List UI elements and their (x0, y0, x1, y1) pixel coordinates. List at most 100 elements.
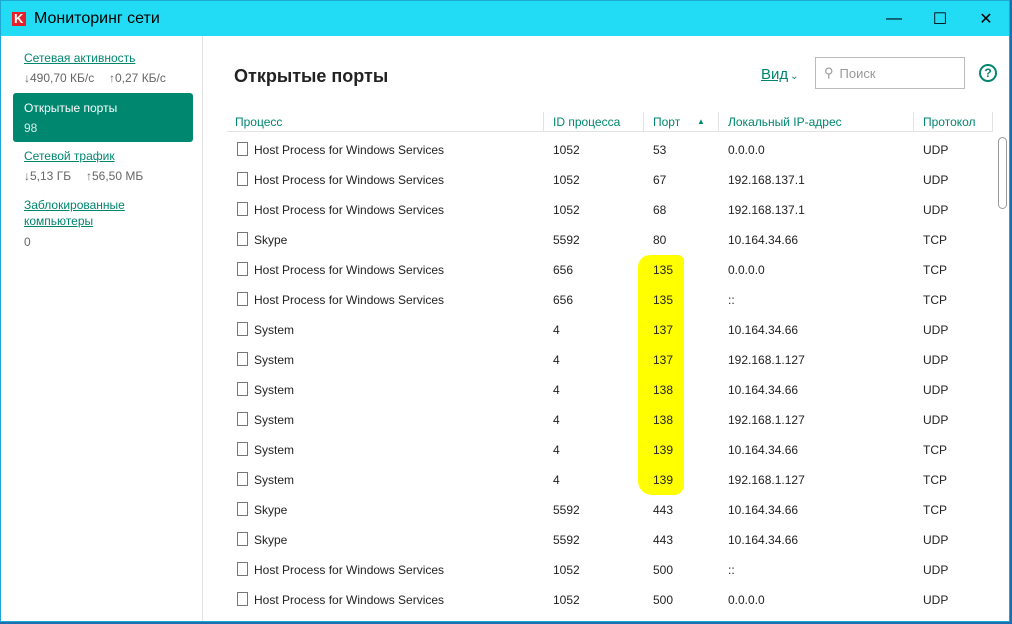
cell-protocol: UDP (923, 143, 949, 157)
table-row[interactable]: Host Process for Windows Services 1052 53 0… (227, 135, 993, 165)
cell-pid: 4 (553, 413, 560, 427)
open-ports-label: Открытые порты (24, 101, 118, 115)
cell-local-ip: 10.164.34.66 (728, 443, 799, 457)
file-icon (237, 412, 248, 426)
view-menu-button[interactable]: Вид ⌄ (761, 66, 799, 83)
table-row[interactable]: System 4 137 10.164.34.66 UDP (227, 315, 993, 345)
sidebar-item-blocked[interactable]: Заблокированные (24, 198, 125, 212)
search-input[interactable]: ⚲ Поиск (815, 57, 965, 89)
cell-local-ip: 10.164.34.66 (728, 503, 799, 517)
cell-port: 137 (653, 323, 674, 337)
page-title: Открытые порты (234, 66, 389, 86)
table-row[interactable]: Skype 5592 443 10.164.34.66 TCP (227, 495, 993, 525)
ports-table: Host Process for Windows Services 1052 53 0… (227, 135, 993, 615)
cell-process: Host Process for Windows Services (254, 263, 445, 277)
cell-process: Host Process for Windows Services (254, 563, 445, 577)
search-icon: ⚲ (824, 65, 834, 80)
file-icon (237, 172, 248, 186)
sidebar: Сетевая активность ↓490,70 КБ/с ↑0,27 КБ… (1, 36, 203, 621)
cell-protocol: TCP (923, 473, 947, 487)
cell-local-ip: 192.168.137.1 (728, 173, 805, 187)
table-row[interactable]: Host Process for Windows Services 1052 500… (227, 555, 993, 585)
table-row[interactable]: Skype 5592 80 10.164.34.66 TCP (227, 225, 993, 255)
minimize-button[interactable]: — (871, 1, 917, 36)
cell-port: 67 (653, 173, 667, 187)
cell-process: System (254, 443, 295, 457)
cell-process: Skype (254, 233, 288, 247)
file-icon (237, 532, 248, 546)
cell-port: 138 (653, 383, 674, 397)
scrollbar[interactable] (996, 135, 1009, 621)
cell-protocol: UDP (923, 323, 949, 337)
cell-local-ip: 192.168.137.1 (728, 203, 805, 217)
traffic-down: ↓5,13 ГБ (24, 169, 72, 183)
help-icon[interactable]: ? (979, 64, 997, 82)
cell-process: Host Process for Windows Services (254, 143, 445, 157)
table-row[interactable]: Host Process for Windows Services 1052 68 1… (227, 195, 993, 225)
file-icon (237, 262, 248, 276)
cell-protocol: UDP (923, 413, 949, 427)
cell-protocol: UDP (923, 533, 949, 547)
cell-port: 443 (653, 503, 674, 517)
cell-protocol: TCP (923, 443, 947, 457)
sidebar-item-network-traffic[interactable]: Сетевой трафик (24, 149, 115, 163)
close-button[interactable]: ✕ (963, 1, 1009, 36)
col-local-ip[interactable]: Локальный IP-адрес (728, 115, 842, 129)
sort-asc-icon: ▲ (697, 117, 705, 126)
table-row[interactable]: System 4 139 10.164.34.66 TCP (227, 435, 993, 465)
sidebar-item-blocked-2[interactable]: компьютеры (24, 214, 93, 228)
activity-up: ↑0,27 КБ/с (109, 71, 166, 85)
cell-process: System (254, 383, 295, 397)
cell-protocol: UDP (923, 353, 949, 367)
col-pid[interactable]: ID процесса (553, 115, 620, 129)
table-row[interactable]: Host Process for Windows Services 1052 500… (227, 585, 993, 615)
table-row[interactable]: Host Process for Windows Services 1052 67 1… (227, 165, 993, 195)
file-icon (237, 142, 248, 156)
cell-pid: 4 (553, 383, 560, 397)
cell-process: System (254, 413, 295, 427)
cell-protocol: TCP (923, 263, 947, 277)
file-icon (237, 382, 248, 396)
maximize-button[interactable]: ☐ (917, 1, 963, 36)
cell-pid: 4 (553, 443, 560, 457)
cell-local-ip: 192.168.1.127 (728, 473, 805, 487)
table-row[interactable]: System 4 139 192.168.1.127 TCP (227, 465, 993, 495)
col-protocol[interactable]: Протокол (923, 115, 976, 129)
cell-pid: 656 (553, 263, 574, 277)
file-icon (237, 352, 248, 366)
table-row[interactable]: System 4 138 192.168.1.127 UDP (227, 405, 993, 435)
table-row[interactable]: System 4 138 10.164.34.66 UDP (227, 375, 993, 405)
scrollbar-thumb[interactable] (998, 137, 1007, 209)
cell-protocol: TCP (923, 233, 947, 247)
cell-pid: 1052 (553, 203, 580, 217)
cell-local-ip: 192.168.1.127 (728, 353, 805, 367)
open-ports-count: 98 (24, 121, 38, 135)
cell-local-ip: 192.168.1.127 (728, 413, 805, 427)
cell-port: 500 (653, 593, 674, 607)
sidebar-item-network-activity[interactable]: Сетевая активность (24, 51, 135, 65)
col-port[interactable]: Порт (653, 115, 680, 129)
cell-port: 137 (653, 353, 674, 367)
cell-protocol: UDP (923, 383, 949, 397)
cell-port: 139 (653, 443, 674, 457)
cell-process: System (254, 353, 295, 367)
cell-process: Host Process for Windows Services (254, 203, 445, 217)
cell-port: 138 (653, 413, 674, 427)
table-header: Процесс ID процесса Порт ▲ Локальный IP-… (227, 112, 993, 132)
file-icon (237, 292, 248, 306)
table-row[interactable]: Host Process for Windows Services 656 135 0… (227, 255, 993, 285)
cell-local-ip: 0.0.0.0 (728, 593, 765, 607)
file-icon (237, 322, 248, 336)
table-row[interactable]: System 4 137 192.168.1.127 UDP (227, 345, 993, 375)
cell-port: 139 (653, 473, 674, 487)
cell-local-ip: 10.164.34.66 (728, 233, 799, 247)
table-row[interactable]: Host Process for Windows Services 656 135:… (227, 285, 993, 315)
col-process[interactable]: Процесс (235, 115, 282, 129)
file-icon (237, 502, 248, 516)
cell-pid: 4 (553, 323, 560, 337)
table-row[interactable]: Skype 5592 443 10.164.34.66 UDP (227, 525, 993, 555)
cell-port: 135 (653, 293, 674, 307)
sidebar-item-open-ports[interactable]: Открытые порты 98 (13, 93, 193, 142)
cell-port: 443 (653, 533, 674, 547)
cell-protocol: UDP (923, 593, 949, 607)
